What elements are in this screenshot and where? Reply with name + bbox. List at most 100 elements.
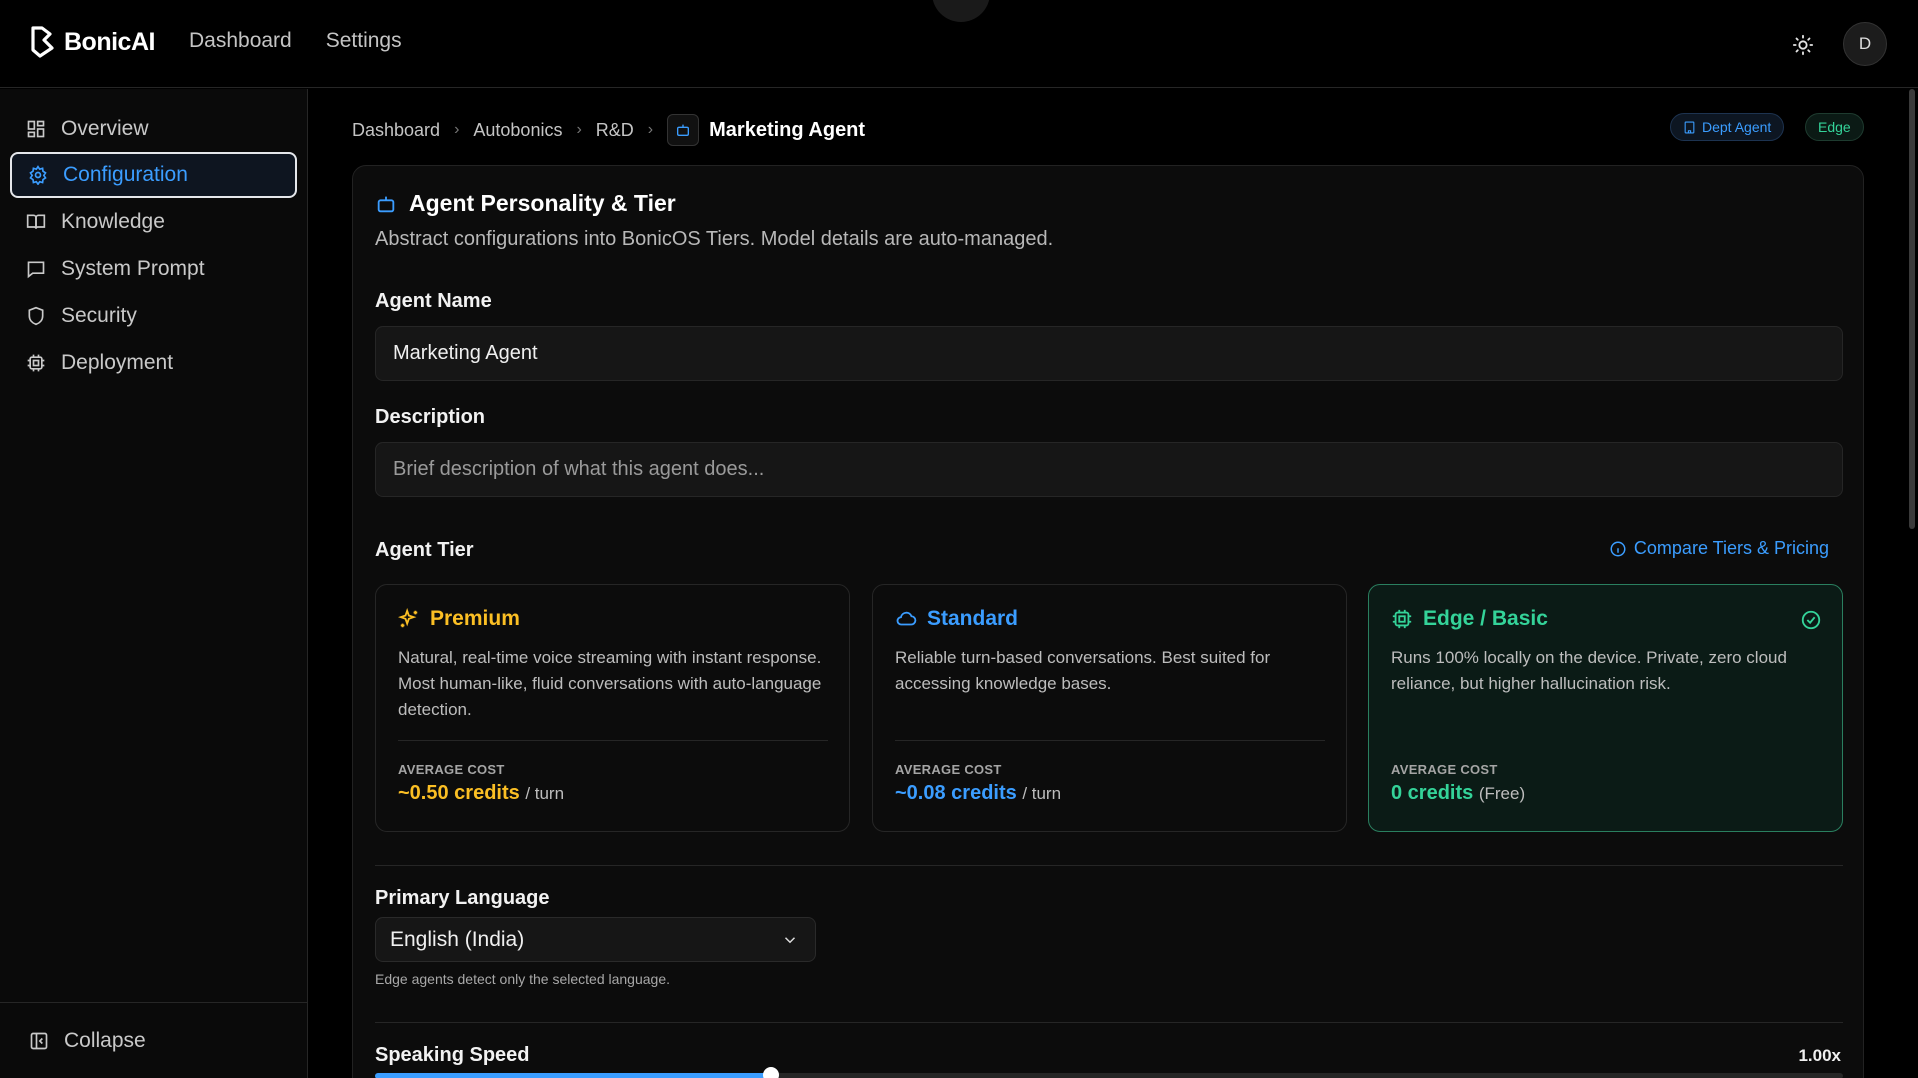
collapse-icon <box>28 1030 50 1052</box>
tier-name: Premium <box>430 607 520 630</box>
slider-fill <box>375 1073 772 1078</box>
tier-divider <box>895 740 1325 741</box>
sidebar-item-label: Overview <box>61 117 149 140</box>
sidebar-item-label: Configuration <box>63 163 188 186</box>
tier-name: Edge / Basic <box>1423 607 1548 630</box>
top-bar: BonicAI Dashboard Settings D <box>0 0 1918 88</box>
agent-config-card: Agent Personality & Tier Abstract config… <box>352 165 1864 1078</box>
sidebar-item-label: Knowledge <box>61 210 165 233</box>
tier-description: Reliable turn-based conversations. Best … <box>895 648 1271 693</box>
chat-icon <box>25 258 47 280</box>
shield-icon <box>25 305 47 327</box>
breadcrumb-dashboard[interactable]: Dashboard <box>352 120 440 141</box>
speaking-speed-value: 1.00x <box>1798 1046 1841 1065</box>
speaking-speed-label: Speaking Speed <box>375 1044 530 1066</box>
language-hint: Edge agents detect only the selected lan… <box>375 971 670 987</box>
dept-agent-label: Dept Agent <box>1702 119 1772 135</box>
tier-cost: 0 credits (Free) <box>1391 782 1525 805</box>
speaking-speed-slider[interactable] <box>375 1067 1843 1078</box>
description-label: Description <box>375 406 486 428</box>
language-select-value: English (India) <box>390 927 525 951</box>
tier-header: Edge / Basic <box>1391 607 1548 631</box>
user-avatar[interactable]: D <box>1843 22 1887 66</box>
info-icon <box>1610 541 1626 556</box>
collapse-label: Collapse <box>64 1029 146 1052</box>
building-icon <box>1684 121 1695 133</box>
compare-tiers-label: Compare Tiers & Pricing <box>1633 538 1829 558</box>
check-circle-icon <box>1801 610 1821 630</box>
sidebar-item-security[interactable]: Security <box>10 293 297 339</box>
agent-name-input[interactable]: Marketing Agent <box>375 326 1843 381</box>
tier-card-standard[interactable]: Standard Reliable turn-based conversatio… <box>872 584 1347 832</box>
sidebar-item-configuration[interactable]: Configuration <box>10 152 297 198</box>
average-cost-label: AVERAGE COST <box>1391 762 1498 777</box>
topnav-settings[interactable]: Settings <box>326 29 402 53</box>
average-cost-label: AVERAGE COST <box>895 762 1002 777</box>
description-input[interactable]: Brief description of what this agent doe… <box>375 442 1843 497</box>
agent-name-label: Agent Name <box>375 290 492 312</box>
chevron-down-icon <box>784 936 796 943</box>
card-header: Agent Personality & Tier <box>375 190 676 217</box>
top-notch <box>932 0 990 22</box>
bot-icon <box>667 114 700 146</box>
tier-cost-value: 0 credits <box>1391 782 1474 804</box>
sidebar-item-label: Security <box>61 304 137 327</box>
tier-name: Standard <box>927 607 1019 630</box>
chevron-right-icon: › <box>647 121 654 138</box>
tier-cost-value: ~0.08 credits <box>895 782 1017 804</box>
tier-card-edge[interactable]: Edge / Basic Runs 100% locally on the de… <box>1368 584 1843 832</box>
section-divider <box>375 865 1843 866</box>
gear-icon <box>27 164 49 186</box>
cloud-icon <box>896 611 917 626</box>
theme-toggle-button[interactable] <box>1789 31 1817 59</box>
page-title: Marketing Agent <box>709 118 866 141</box>
chip-icon <box>1392 609 1412 629</box>
breadcrumb-rnd[interactable]: R&D <box>596 120 634 141</box>
bot-icon <box>377 196 395 212</box>
tier-cost-unit: / turn <box>1022 784 1062 803</box>
sidebar-item-label: System Prompt <box>61 257 205 280</box>
collapse-button[interactable]: Collapse <box>13 1018 300 1064</box>
topnav-dashboard[interactable]: Dashboard <box>189 29 292 53</box>
sidebar: Overview Configuration Knowledge System … <box>0 89 308 1078</box>
compare-tiers-link[interactable]: Compare Tiers & Pricing <box>1609 538 1829 559</box>
tier-cost: ~0.50 credits / turn <box>398 782 564 805</box>
card-subtitle: Abstract configurations into BonicOS Tie… <box>375 228 1054 250</box>
tier-cost: ~0.08 credits / turn <box>895 782 1061 805</box>
card-title: Agent Personality & Tier <box>409 190 676 216</box>
sun-icon <box>1792 34 1814 56</box>
logo-icon <box>31 26 54 58</box>
sidebar-item-overview[interactable]: Overview <box>10 106 297 152</box>
app-name: BonicAI <box>64 27 155 56</box>
slider-handle[interactable] <box>763 1067 780 1078</box>
language-select[interactable]: English (India) <box>375 917 816 962</box>
tier-header: Standard <box>895 607 1018 631</box>
edge-badge: Edge <box>1805 113 1864 141</box>
tier-header: Premium <box>398 607 520 631</box>
chevron-right-icon: › <box>576 121 582 138</box>
sidebar-item-label: Deployment <box>61 351 174 374</box>
sparkles-icon <box>398 608 418 628</box>
grid-icon <box>25 118 47 140</box>
tier-cost-unit: / turn <box>525 784 565 803</box>
top-nav: Dashboard Settings <box>189 29 402 53</box>
tier-cost-value: ~0.50 credits <box>398 782 520 804</box>
chevron-right-icon: › <box>454 121 460 138</box>
sidebar-item-knowledge[interactable]: Knowledge <box>10 199 297 245</box>
agent-tier-label: Agent Tier <box>375 539 474 561</box>
section-divider <box>375 1022 1843 1023</box>
tier-cost-unit: (Free) <box>1478 784 1526 803</box>
tier-divider <box>398 740 828 741</box>
breadcrumb: Dashboard › Autobonics › R&D › Marketing… <box>352 114 865 146</box>
tier-card-premium[interactable]: Premium Natural, real-time voice streami… <box>375 584 850 832</box>
average-cost-label: AVERAGE COST <box>398 762 505 777</box>
sidebar-divider <box>0 1002 308 1003</box>
book-icon <box>25 211 47 233</box>
sidebar-item-deployment[interactable]: Deployment <box>10 340 297 386</box>
sidebar-item-system-prompt[interactable]: System Prompt <box>10 246 297 292</box>
tier-description: Runs 100% locally on the device. Private… <box>1391 648 1787 693</box>
page-scrollbar[interactable] <box>1909 89 1915 529</box>
app-logo[interactable]: BonicAI <box>30 26 155 58</box>
breadcrumb-autobonics[interactable]: Autobonics <box>473 120 562 141</box>
chip-icon <box>25 352 47 374</box>
